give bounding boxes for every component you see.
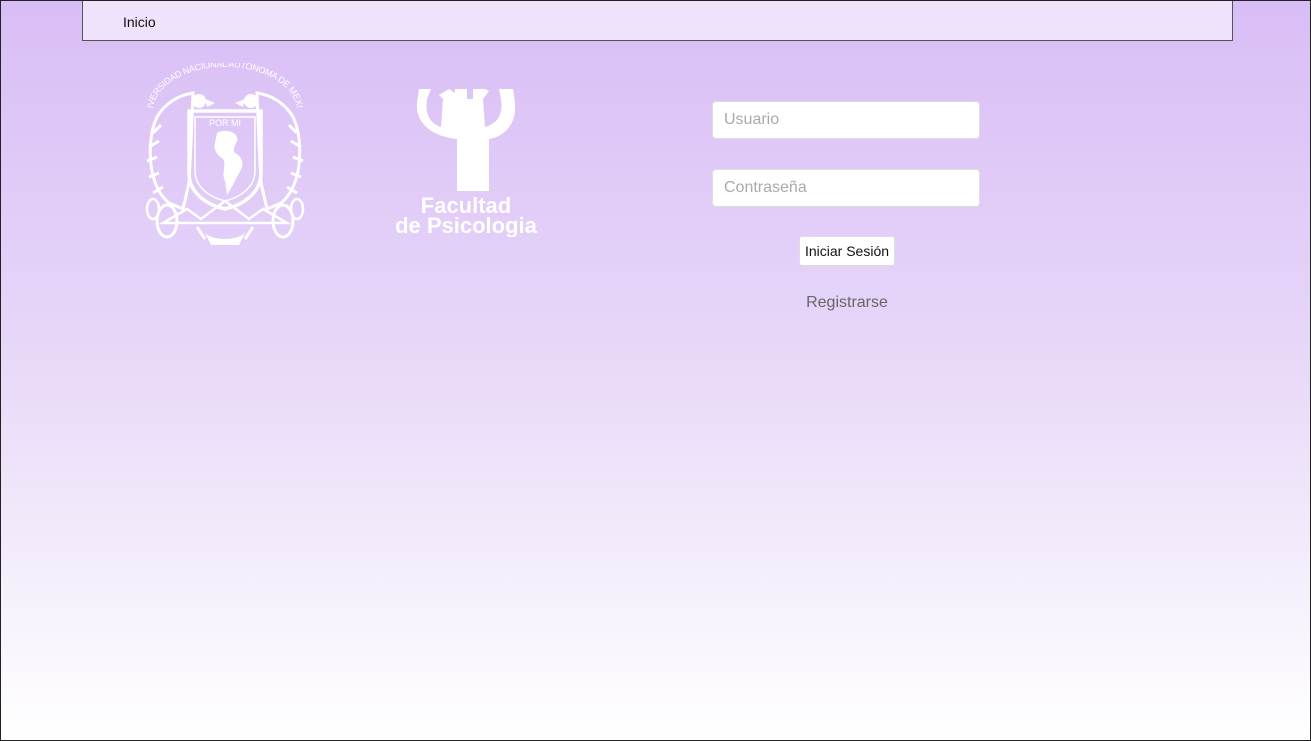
login-page: Inicio UNIVERSIDAD NACIONAL AUTONOMA DE … <box>0 0 1311 741</box>
register-link[interactable]: Registrarse <box>779 294 915 312</box>
password-input[interactable] <box>712 169 980 207</box>
facultad-psicologia-logo: Facultad de Psicologia <box>395 89 538 237</box>
top-navbar: Inicio <box>82 1 1233 41</box>
nav-link-inicio[interactable]: Inicio <box>123 14 156 30</box>
svg-text:POR MI: POR MI <box>209 118 241 128</box>
svg-text:de Psicologia: de Psicologia <box>395 213 538 237</box>
username-input[interactable] <box>712 101 980 139</box>
unam-seal-logo: UNIVERSIDAD NACIONAL AUTONOMA DE MEXICO … <box>139 63 305 245</box>
login-button[interactable]: Iniciar Sesión <box>799 236 895 266</box>
